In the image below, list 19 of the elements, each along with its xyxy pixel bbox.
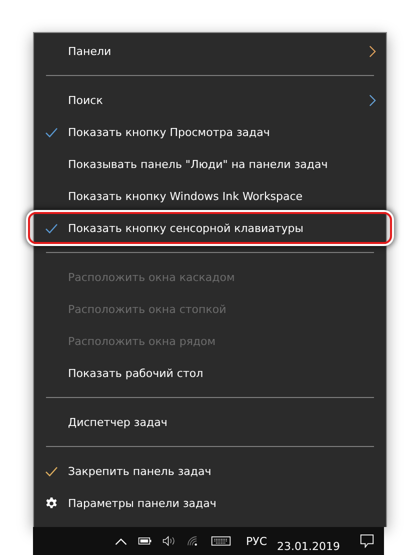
menu-item[interactable]: Поиск bbox=[34, 84, 386, 116]
keyboard-icon[interactable] bbox=[210, 536, 232, 546]
menu-item[interactable]: Показывать панель "Люди" на панели задач bbox=[34, 148, 386, 180]
menu-item[interactable]: Показать кнопку сенсорной клавиатуры bbox=[28, 212, 392, 244]
chevron-up-icon[interactable] bbox=[114, 536, 128, 546]
battery-icon[interactable] bbox=[138, 536, 152, 546]
notification-icon[interactable] bbox=[360, 534, 374, 548]
settings-icon bbox=[44, 496, 58, 510]
menu-item[interactable]: Закрепить панель задач bbox=[34, 455, 386, 487]
menu-item[interactable]: Показать кнопку Windows Ink Workspace bbox=[34, 180, 386, 212]
menu-item[interactable]: Диспетчер задач bbox=[34, 406, 386, 438]
wifi-icon[interactable] bbox=[186, 536, 200, 546]
menu-item[interactable]: Показать рабочий стол bbox=[34, 357, 386, 389]
language-indicator[interactable]: РУС bbox=[246, 534, 268, 548]
speaker-icon[interactable] bbox=[162, 536, 176, 546]
clock-date[interactable]: 23.01.2019 bbox=[277, 530, 340, 552]
menu-item[interactable]: Панели bbox=[34, 35, 386, 67]
menu-item[interactable]: Показать кнопку Просмотра задач bbox=[34, 116, 386, 148]
menu-item[interactable]: Параметры панели задач bbox=[34, 487, 386, 519]
